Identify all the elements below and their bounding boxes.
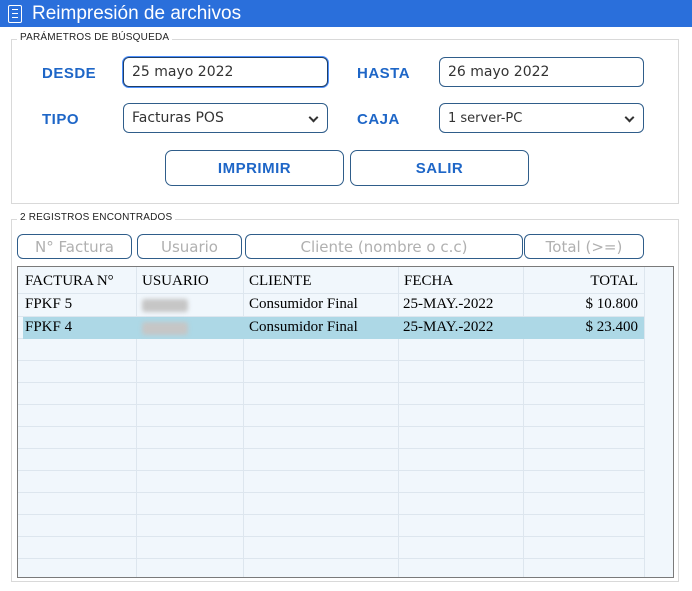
chevron-down-icon [624, 112, 635, 123]
salir-button[interactable]: SALIR [350, 150, 529, 186]
document-list-icon [8, 4, 22, 23]
usuario-cell-redacted [142, 299, 188, 312]
hasta-date-field[interactable]: 26 mayo 2022 [439, 57, 644, 87]
cliente-filter-input[interactable]: Cliente (nombre o c.c) [245, 234, 523, 259]
tipo-select[interactable]: Facturas POS [123, 103, 328, 133]
fecha-cell: 25-MAY.-2022 [403, 319, 494, 335]
usuario-filter-input[interactable]: Usuario [137, 234, 242, 259]
usuario-cell-redacted [142, 322, 188, 335]
tipo-select-value: Facturas POS [132, 110, 224, 126]
cliente-cell: Consumidor Final [249, 319, 358, 335]
desde-date-field[interactable]: 25 mayo 2022 [123, 57, 328, 87]
results-table[interactable]: FACTURA N° USUARIO CLIENTE FECHA TOTAL F… [17, 266, 674, 578]
fecha-cell: 25-MAY.-2022 [403, 296, 494, 312]
caja-select-value: 1 server-PC [448, 110, 523, 126]
table-row-selected[interactable]: FPKF 4 Consumidor Final 25-MAY.-2022 $ 2… [23, 317, 644, 339]
column-header-total[interactable]: TOTAL [590, 273, 638, 290]
desde-date-value: 25 mayo 2022 [132, 64, 234, 80]
cliente-cell: Consumidor Final [249, 296, 358, 312]
factura-filter-placeholder: N° Factura [35, 237, 114, 256]
search-params-legend: PARÁMETROS DE BÚSQUEDA [17, 32, 173, 43]
hasta-label: HASTA [357, 65, 411, 82]
tipo-label: TIPO [42, 111, 80, 128]
total-filter-input[interactable]: Total (>=) [524, 234, 644, 259]
chevron-down-icon [308, 112, 319, 123]
total-cell: $ 10.800 [585, 296, 639, 312]
factura-cell: FPKF 4 [25, 319, 73, 335]
factura-filter-input[interactable]: N° Factura [17, 234, 132, 259]
column-header-cliente[interactable]: CLIENTE [249, 273, 311, 290]
usuario-filter-placeholder: Usuario [160, 237, 218, 256]
results-count-legend: 2 REGISTROS ENCONTRADOS [17, 212, 176, 223]
cliente-filter-placeholder: Cliente (nombre o c.c) [300, 237, 468, 256]
caja-select[interactable]: 1 server-PC [439, 103, 644, 133]
imprimir-button[interactable]: IMPRIMIR [165, 150, 344, 186]
factura-cell: FPKF 5 [25, 296, 73, 312]
desde-label: DESDE [42, 65, 97, 82]
title-bar: Reimpresión de archivos [0, 0, 692, 27]
column-header-factura[interactable]: FACTURA N° [25, 273, 114, 290]
window-title: Reimpresión de archivos [32, 2, 242, 24]
total-filter-placeholder: Total (>=) [545, 237, 623, 256]
caja-label: CAJA [357, 111, 400, 128]
column-header-usuario[interactable]: USUARIO [142, 273, 209, 290]
column-header-fecha[interactable]: FECHA [404, 273, 453, 290]
hasta-date-value: 26 mayo 2022 [448, 64, 550, 80]
total-cell: $ 23.400 [585, 319, 639, 335]
table-row[interactable]: FPKF 5 Consumidor Final 25-MAY.-2022 $ 1… [23, 294, 644, 316]
